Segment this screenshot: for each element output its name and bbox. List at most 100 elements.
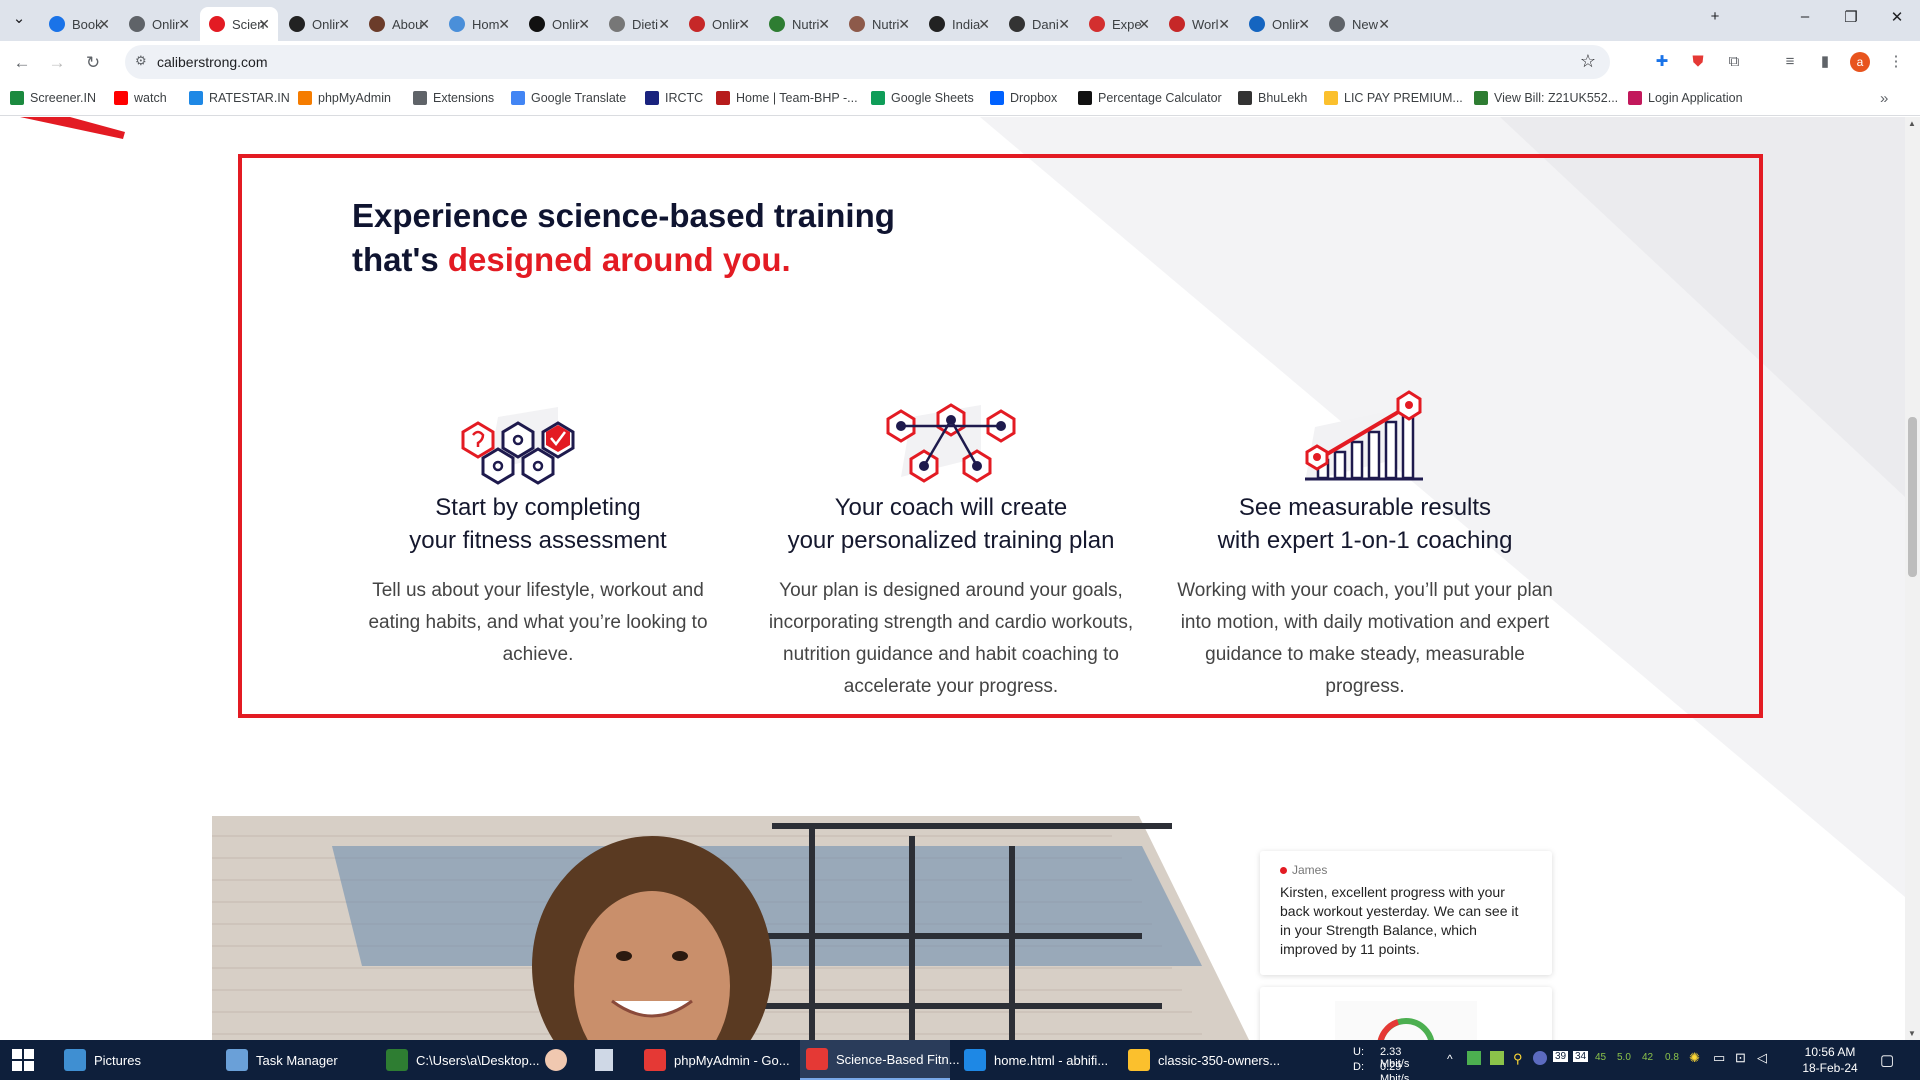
- close-tab-icon[interactable]: ✕: [258, 16, 270, 33]
- bookmark-item[interactable]: Home | Team-BHP -...: [716, 91, 858, 105]
- extensions-puzzle-icon[interactable]: ⧉: [1724, 52, 1744, 72]
- address-bar[interactable]: ⚙ caliberstrong.com ☆: [125, 45, 1610, 79]
- tray-sun-icon[interactable]: ✺: [1689, 1050, 1700, 1066]
- notepad-icon[interactable]: [595, 1049, 613, 1071]
- profile-avatar-icon[interactable]: a: [1850, 52, 1870, 72]
- shield-extension-icon[interactable]: ⛊: [1688, 52, 1708, 72]
- tray-globe-icon[interactable]: [1533, 1051, 1547, 1065]
- close-tab-icon[interactable]: ✕: [1058, 16, 1070, 33]
- browser-tab[interactable]: Onlir ✕: [280, 7, 358, 41]
- bookmark-item[interactable]: Screener.IN: [10, 91, 96, 105]
- bookmark-item[interactable]: Percentage Calculator: [1078, 91, 1222, 105]
- network-icon[interactable]: ⊡: [1735, 1050, 1746, 1066]
- bookmark-star-icon[interactable]: ☆: [1580, 51, 1596, 72]
- browser-tab[interactable]: Expe ✕: [1080, 7, 1158, 41]
- taskbar-app-button[interactable]: Pictures: [58, 1040, 208, 1080]
- browser-tab[interactable]: India ✕: [920, 7, 998, 41]
- close-tab-icon[interactable]: ✕: [578, 16, 590, 33]
- bookmark-item[interactable]: Login Application: [1628, 91, 1743, 105]
- media-controls-icon[interactable]: ≡: [1780, 52, 1800, 72]
- taskbar-app-button[interactable]: Science-Based Fitn...: [800, 1040, 960, 1080]
- taskbar-app-button[interactable]: C:\Users\a\Desktop...: [380, 1040, 540, 1080]
- bookmark-item[interactable]: Google Sheets: [871, 91, 974, 105]
- taskbar-clock[interactable]: 10:56 AM 18-Feb-24: [1795, 1044, 1865, 1076]
- bookmark-item[interactable]: LIC PAY PREMIUM...: [1324, 91, 1463, 105]
- bookmark-item[interactable]: phpMyAdmin: [298, 91, 391, 105]
- tray-app-icon[interactable]: [1467, 1051, 1481, 1065]
- extension-blue-icon[interactable]: ✚: [1652, 52, 1672, 72]
- close-tab-icon[interactable]: ✕: [658, 16, 670, 33]
- close-tab-icon[interactable]: ✕: [898, 16, 910, 33]
- browser-tab[interactable]: Hom ✕: [440, 7, 518, 41]
- close-tab-icon[interactable]: ✕: [498, 16, 510, 33]
- bookmark-item[interactable]: watch: [114, 91, 167, 105]
- site-info-icon[interactable]: ⚙: [135, 53, 147, 69]
- bookmark-item[interactable]: Google Translate: [511, 91, 626, 105]
- browser-tab[interactable]: Onlir ✕: [520, 7, 598, 41]
- tab-search-icon[interactable]: ⌄: [4, 9, 34, 27]
- menu-kebab-icon[interactable]: ⋮: [1886, 52, 1906, 72]
- browser-tab[interactable]: Nutri ✕: [840, 7, 918, 41]
- app-avatar-icon[interactable]: [545, 1049, 567, 1071]
- notification-icon[interactable]: ▢: [1880, 1051, 1894, 1069]
- close-tab-icon[interactable]: ✕: [178, 16, 190, 33]
- taskbar-app-button[interactable]: classic-350-owners...: [1122, 1040, 1282, 1080]
- browser-tab[interactable]: New ✕: [1320, 7, 1398, 41]
- browser-tab[interactable]: Onlir ✕: [120, 7, 198, 41]
- new-tab-icon[interactable]: +: [1700, 8, 1730, 25]
- bookmark-label: Screener.IN: [30, 91, 97, 105]
- reload-icon[interactable]: ↻: [79, 49, 107, 77]
- battery-icon[interactable]: ▭: [1713, 1050, 1725, 1066]
- taskbar-app-button[interactable]: Task Manager: [220, 1040, 370, 1080]
- bookmark-item[interactable]: Extensions: [413, 91, 494, 105]
- taskbar-app-button[interactable]: home.html - abhifi...: [958, 1040, 1108, 1080]
- scrollbar-thumb[interactable]: [1908, 417, 1917, 577]
- close-tab-icon[interactable]: ✕: [1138, 16, 1150, 33]
- back-icon[interactable]: ←: [8, 49, 36, 77]
- browser-tab[interactable]: Onlir ✕: [680, 7, 758, 41]
- close-tab-icon[interactable]: ✕: [1378, 16, 1390, 33]
- volume-icon[interactable]: ◁: [1757, 1050, 1767, 1066]
- close-tab-icon[interactable]: ✕: [738, 16, 750, 33]
- forward-icon[interactable]: →: [43, 49, 71, 77]
- taskbar-app-button[interactable]: phpMyAdmin - Go...: [638, 1040, 790, 1080]
- close-tab-icon[interactable]: ✕: [338, 16, 350, 33]
- browser-tab[interactable]: Onlir ✕: [1240, 7, 1318, 41]
- person-icon: [849, 16, 865, 32]
- tray-chevron-icon[interactable]: ^: [1447, 1052, 1453, 1066]
- bookmark-favicon-icon: [1238, 91, 1252, 105]
- close-tab-icon[interactable]: ✕: [1298, 16, 1310, 33]
- taskbar-app-label: Science-Based Fitn...: [836, 1051, 960, 1067]
- browser-tab[interactable]: Worl ✕: [1160, 7, 1238, 41]
- close-tab-icon[interactable]: ✕: [978, 16, 990, 33]
- tray-search-icon[interactable]: ⚲: [1513, 1051, 1523, 1067]
- browser-tab[interactable]: Nutri ✕: [760, 7, 838, 41]
- browser-tab[interactable]: Abou ✕: [360, 7, 438, 41]
- bookmark-item[interactable]: BhuLekh: [1238, 91, 1307, 105]
- bookmark-item[interactable]: IRCTC: [645, 91, 703, 105]
- tray-app-icon[interactable]: [1490, 1051, 1504, 1065]
- pin-icon: [929, 16, 945, 32]
- minimize-icon[interactable]: –: [1790, 8, 1820, 25]
- caliber-icon: [209, 16, 225, 32]
- browser-tab[interactable]: Dani ✕: [1000, 7, 1078, 41]
- close-tab-icon[interactable]: ✕: [1218, 16, 1230, 33]
- close-tab-icon[interactable]: ✕: [418, 16, 430, 33]
- windows-start-icon[interactable]: [12, 1049, 34, 1071]
- close-window-icon[interactable]: ✕: [1882, 8, 1912, 26]
- restore-icon[interactable]: ❐: [1836, 8, 1866, 26]
- url-text[interactable]: caliberstrong.com: [157, 54, 268, 70]
- bookmark-item[interactable]: Dropbox: [990, 91, 1057, 105]
- browser-tab[interactable]: Dieti ✕: [600, 7, 678, 41]
- bookmark-item[interactable]: View Bill: Z21UK552...: [1474, 91, 1618, 105]
- more-bookmarks-icon[interactable]: »: [1880, 90, 1888, 107]
- side-panel-icon[interactable]: ▮: [1815, 52, 1835, 72]
- tray-temp-1: 39: [1553, 1051, 1569, 1062]
- close-tab-icon[interactable]: ✕: [98, 16, 110, 33]
- bookmark-item[interactable]: RATESTAR.IN: [189, 91, 290, 105]
- close-tab-icon[interactable]: ✕: [818, 16, 830, 33]
- browser-tab[interactable]: Book ✕: [40, 7, 118, 41]
- page-scrollbar[interactable]: ▲ ▼: [1905, 117, 1920, 1040]
- github-icon: [289, 16, 305, 32]
- browser-tab[interactable]: Scien ✕: [200, 7, 278, 41]
